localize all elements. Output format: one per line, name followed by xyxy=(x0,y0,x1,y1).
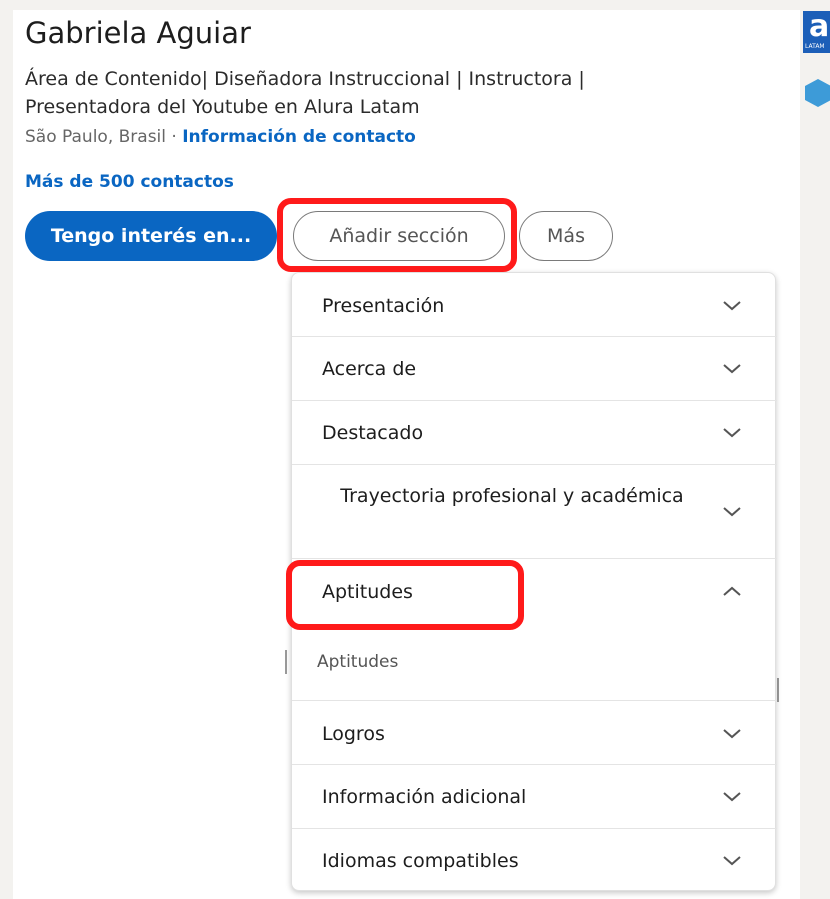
profile-name: Gabriela Aguiar xyxy=(25,16,251,50)
contacts-count-link[interactable]: Más de 500 contactos xyxy=(25,172,234,192)
chevron-down-icon xyxy=(723,428,741,438)
chevron-down-icon xyxy=(723,507,741,517)
interest-button[interactable]: Tengo interés en... xyxy=(25,211,277,261)
background-divider-mark xyxy=(777,678,779,702)
dropdown-item-label: Información adicional xyxy=(322,786,527,808)
dropdown-item-trayectoria[interactable]: Trayectoria profesional y académica xyxy=(292,465,777,559)
dropdown-item-idiomas[interactable]: Idiomas compatibles xyxy=(292,829,777,891)
dropdown-item-acerca-de[interactable]: Acerca de xyxy=(292,337,777,401)
highlight-aptitudes xyxy=(286,560,524,630)
dropdown-item-label: Acerca de xyxy=(322,358,417,380)
dropdown-item-label: Presentación xyxy=(322,295,445,317)
chevron-down-icon xyxy=(723,364,741,374)
chevron-down-icon xyxy=(723,856,741,866)
page-background-left xyxy=(0,0,13,899)
page-background-top xyxy=(0,0,830,10)
background-divider-mark xyxy=(285,650,287,674)
more-button[interactable]: Más xyxy=(519,211,613,261)
chevron-down-icon xyxy=(723,729,741,739)
highlight-add-section xyxy=(277,198,517,272)
logo-small-text: LATAM xyxy=(805,43,825,50)
dropdown-item-destacado[interactable]: Destacado xyxy=(292,401,777,465)
dropdown-item-label: Destacado xyxy=(322,422,424,444)
company-logo[interactable]: a LATAM xyxy=(803,11,830,53)
dropdown-item-presentacion[interactable]: Presentación xyxy=(292,273,777,337)
logo-letter: a xyxy=(809,11,830,44)
dropdown-item-informacion-adicional[interactable]: Información adicional xyxy=(292,765,777,829)
dropdown-item-label: Idiomas compatibles xyxy=(322,850,519,872)
contact-info-link[interactable]: Información de contacto xyxy=(182,127,416,147)
chevron-up-icon xyxy=(723,586,741,596)
dropdown-item-label: Logros xyxy=(322,723,385,745)
profile-location-line: São Paulo, Brasil · Información de conta… xyxy=(25,127,416,147)
badge-icon[interactable] xyxy=(805,79,830,107)
dropdown-item-label: Trayectoria profesional y académica xyxy=(340,485,684,507)
dropdown-subitem-aptitudes[interactable]: Aptitudes xyxy=(317,652,398,672)
chevron-down-icon xyxy=(723,792,741,802)
chevron-down-icon xyxy=(723,301,741,311)
profile-headline: Área de Contenido| Diseñadora Instruccio… xyxy=(25,68,585,118)
profile-location: São Paulo, Brasil · xyxy=(25,127,183,147)
dropdown-item-logros[interactable]: Logros xyxy=(292,701,777,765)
